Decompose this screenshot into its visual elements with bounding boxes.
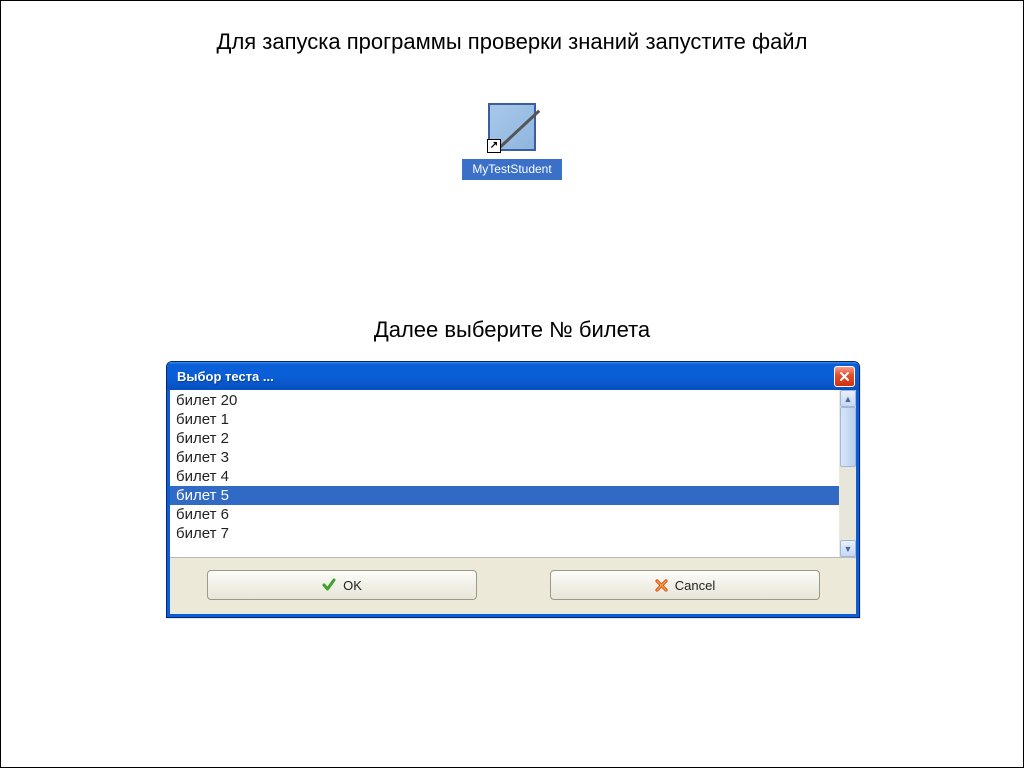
list-item[interactable]: билет 6 bbox=[170, 505, 839, 524]
list-item[interactable]: билет 7 bbox=[170, 524, 839, 543]
list-item[interactable]: билет 20 bbox=[170, 391, 839, 410]
scroll-down-button[interactable]: ▼ bbox=[840, 540, 856, 557]
vertical-scrollbar[interactable]: ▲ ▼ bbox=[839, 390, 856, 557]
desktop-shortcut[interactable]: ↗ MyTestStudent bbox=[462, 103, 562, 180]
list-item[interactable]: билет 2 bbox=[170, 429, 839, 448]
chevron-down-icon: ▼ bbox=[844, 544, 853, 554]
ok-button[interactable]: OK bbox=[207, 570, 477, 600]
list-item[interactable]: билет 5 bbox=[170, 486, 839, 505]
dialog-title: Выбор теста ... bbox=[177, 369, 834, 384]
ok-button-label: OK bbox=[343, 578, 362, 593]
scroll-up-button[interactable]: ▲ bbox=[840, 390, 856, 407]
desktop-icon-label: MyTestStudent bbox=[462, 159, 562, 180]
shortcut-arrow-icon: ↗ bbox=[487, 139, 501, 153]
chevron-up-icon: ▲ bbox=[844, 394, 853, 404]
scroll-track[interactable] bbox=[840, 407, 856, 540]
test-listbox[interactable]: билет 20билет 1билет 2билет 3билет 4биле… bbox=[170, 390, 839, 557]
instruction-text-1: Для запуска программы проверки знаний за… bbox=[1, 29, 1023, 55]
close-button[interactable] bbox=[834, 366, 855, 387]
close-icon bbox=[839, 371, 850, 382]
cancel-button[interactable]: Cancel bbox=[550, 570, 820, 600]
scroll-thumb[interactable] bbox=[840, 407, 856, 467]
cancel-button-label: Cancel bbox=[675, 578, 715, 593]
app-icon: ↗ bbox=[485, 103, 539, 157]
list-item[interactable]: билет 3 bbox=[170, 448, 839, 467]
check-icon bbox=[321, 577, 337, 593]
list-item[interactable]: билет 4 bbox=[170, 467, 839, 486]
cancel-icon bbox=[654, 578, 669, 593]
listbox-container: билет 20билет 1билет 2билет 3билет 4биле… bbox=[170, 390, 856, 558]
dialog-button-row: OK Cancel bbox=[170, 558, 856, 614]
dialog-titlebar[interactable]: Выбор теста ... bbox=[167, 362, 859, 390]
instruction-text-2: Далее выберите № билета bbox=[1, 317, 1023, 343]
test-selection-dialog: Выбор теста ... билет 20билет 1билет 2би… bbox=[166, 361, 860, 618]
dialog-body: билет 20билет 1билет 2билет 3билет 4биле… bbox=[167, 390, 859, 617]
list-item[interactable]: билет 1 bbox=[170, 410, 839, 429]
